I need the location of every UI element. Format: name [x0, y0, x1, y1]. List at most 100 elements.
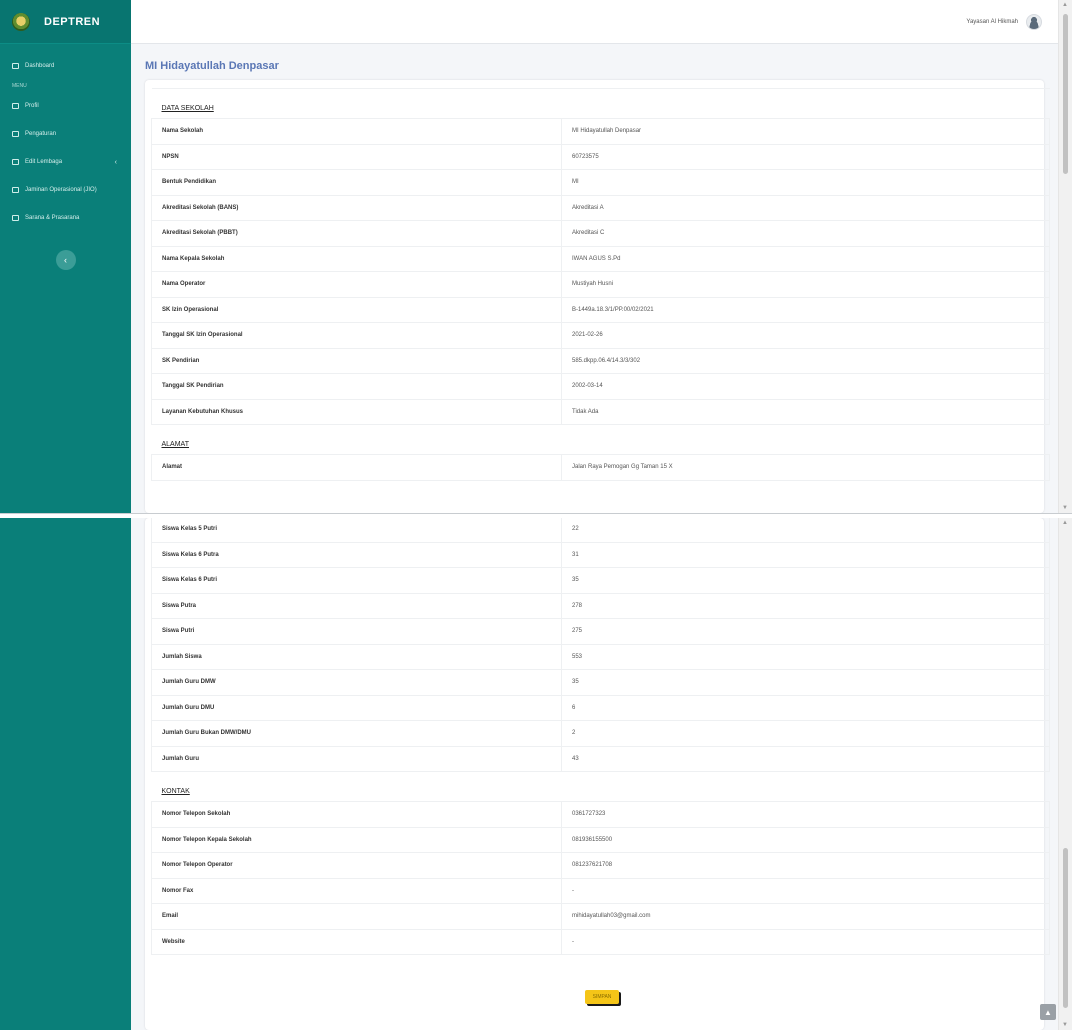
field-value: 081237621708 — [561, 852, 1050, 879]
section-spacer — [561, 771, 1050, 802]
field-label: Nama Sekolah — [151, 118, 562, 145]
table-row: Jumlah Guru DMW 35 — [151, 669, 1050, 696]
field-label: Nama Kepala Sekolah — [151, 245, 562, 272]
field-label: Alamat — [151, 454, 562, 481]
field-label: Nomor Telepon Kepala Sekolah — [151, 826, 562, 853]
sidebar: DEPTREN Dashboard MENU Profil Pengaturan… — [0, 0, 131, 513]
field-label: Nama Operator — [151, 271, 562, 298]
field-value: Mustiyah Husni — [561, 271, 1050, 298]
back-to-top-button[interactable]: ▲ — [1040, 1004, 1056, 1020]
field-label: Nomor Telepon Operator — [151, 852, 562, 879]
sidebar-item-label: Jaminan Operasional (JIO) — [25, 187, 97, 193]
sidebar-item-label: Pengaturan — [25, 131, 57, 137]
settings-icon — [12, 131, 19, 137]
field-value: 6 — [561, 694, 1050, 721]
field-value: B-1449a.18.3/1/PP.00/02/2021 — [561, 296, 1050, 323]
sidebar-item-jaminan[interactable]: Jaminan Operasional (JIO) — [0, 176, 131, 204]
table-row: SK Izin Operasional B-1449a.18.3/1/PP.00/… — [151, 296, 1050, 323]
field-label: Jumlah Guru DMW — [151, 669, 562, 696]
field-label: Website — [151, 928, 562, 955]
table-row: Nomor Fax - — [151, 877, 1050, 904]
table-row: Jumlah Siswa 553 — [151, 643, 1050, 670]
section-spacer — [561, 88, 1050, 119]
school-data-card: DATA SEKOLAH Nama Sekolah MI Hidayatullah … — [145, 80, 1050, 513]
section-title: DATA SEKOLAH — [151, 88, 562, 119]
table-row: Siswa Kelas 5 Putri 22 — [151, 518, 1050, 543]
doc-icon — [12, 187, 19, 193]
section-title: KONTAK — [151, 771, 562, 802]
sidebar-toggle-button[interactable]: ‹ — [55, 250, 76, 270]
sidebar-item-label: Sarana & Prasarana — [25, 215, 80, 221]
save-button[interactable]: SIMPAN — [585, 990, 619, 1004]
table-row: Siswa Putri 275 — [151, 618, 1050, 645]
field-label: Jumlah Guru DMU — [151, 694, 562, 721]
field-value: 35 — [561, 567, 1050, 594]
chevron-left-icon: ‹ — [64, 255, 67, 265]
brand[interactable]: DEPTREN — [0, 0, 131, 44]
field-value: Tidak Ada — [561, 398, 1050, 425]
section-title: ALAMAT — [151, 424, 562, 455]
table-row: Bentuk Pendidikan MI — [151, 169, 1050, 196]
scrollbar-thumb[interactable] — [1063, 848, 1068, 1008]
table-row: Akreditasi Sekolah (BANS) Akreditasi A — [151, 194, 1050, 221]
field-label: NPSN — [151, 143, 562, 170]
topbar: Yayasan Al Hikmah — [131, 0, 1058, 44]
brand-name: DEPTREN — [44, 15, 101, 28]
field-label: Jumlah Guru — [151, 745, 562, 772]
arrow-up-icon: ▲ — [1044, 1007, 1052, 1017]
school-data-card: Siswa Kelas 5 Putri 22 Siswa Kelas 6 Putra… — [145, 518, 1050, 1030]
scroll-down-icon[interactable]: ▼ — [1062, 505, 1068, 511]
field-label: Nomor Fax — [151, 877, 562, 904]
table-row: Siswa Kelas 6 Putri 35 — [151, 567, 1050, 594]
field-value: Akreditasi C — [561, 220, 1050, 247]
sidebar-item-sarana[interactable]: Sarana & Prasarana — [0, 204, 131, 232]
field-value: 2002-03-14 — [561, 373, 1050, 400]
table-row: Nama Sekolah MI Hidayatullah Denpasar — [151, 118, 1050, 145]
field-value: 35 — [561, 669, 1050, 696]
table-row: SK Pendirian 585.dkpp.06.4/14.3/3/302 — [151, 347, 1050, 374]
field-value: 585.dkpp.06.4/14.3/3/302 — [561, 347, 1050, 374]
field-label: Akreditasi Sekolah (BANS) — [151, 194, 562, 221]
field-value: 22 — [561, 518, 1050, 543]
field-value: 43 — [561, 745, 1050, 772]
screenshot-top: DEPTREN Dashboard MENU Profil Pengaturan… — [0, 0, 1072, 514]
section-spacer — [561, 424, 1050, 455]
edit-icon — [12, 159, 19, 165]
field-value: Akreditasi A — [561, 194, 1050, 221]
field-value: 553 — [561, 643, 1050, 670]
user-name[interactable]: Yayasan Al Hikmah — [966, 19, 1018, 25]
sidebar-item-profil[interactable]: Profil — [0, 92, 131, 120]
field-label: Jumlah Guru Bukan DMW/DMU — [151, 720, 562, 747]
sidebar-item-label: Dashboard — [25, 63, 55, 69]
page-title: MI Hidayatullah Denpasar — [145, 60, 279, 72]
field-label: Siswa Kelas 6 Putra — [151, 541, 562, 568]
vertical-scrollbar[interactable]: ▲ ▼ — [1058, 518, 1072, 1030]
table-row: Alamat Jalan Raya Pemogan Gg Taman 15 X — [151, 454, 1050, 481]
sidebar-item-edit-lembaga[interactable]: Edit Lembaga ‹ — [0, 148, 131, 176]
scrollbar-thumb[interactable] — [1063, 14, 1068, 174]
vertical-scrollbar[interactable]: ▲ ▼ — [1058, 0, 1072, 513]
field-value: 081936155500 — [561, 826, 1050, 853]
field-label: Akreditasi Sekolah (PBBT) — [151, 220, 562, 247]
table-row: Nomor Telepon Kepala Sekolah 081936155500 — [151, 826, 1050, 853]
table-row: Jumlah Guru Bukan DMW/DMU 2 — [151, 720, 1050, 747]
field-value: 0361727323 — [561, 801, 1050, 828]
scroll-down-icon[interactable]: ▼ — [1062, 1022, 1068, 1028]
table-row: Tanggal SK Pendirian 2002-03-14 — [151, 373, 1050, 400]
sidebar-item-dashboard[interactable]: Dashboard — [0, 52, 131, 80]
scroll-up-icon[interactable]: ▲ — [1062, 2, 1068, 8]
table-row: Tanggal SK Izin Operasional 2021-02-26 — [151, 322, 1050, 349]
section-header-row: ALAMAT — [151, 424, 1050, 455]
field-label: Nomor Telepon Sekolah — [151, 801, 562, 828]
field-value: 278 — [561, 592, 1050, 619]
table-row: Email mihidayatullah03@gmail.com — [151, 903, 1050, 930]
sidebar-item-pengaturan[interactable]: Pengaturan — [0, 120, 131, 148]
scroll-up-icon[interactable]: ▲ — [1062, 520, 1068, 526]
field-value: Jalan Raya Pemogan Gg Taman 15 X — [561, 454, 1050, 481]
field-value: - — [561, 928, 1050, 955]
screenshot-bottom: Siswa Kelas 5 Putri 22 Siswa Kelas 6 Putra… — [0, 518, 1072, 1030]
field-label: Bentuk Pendidikan — [151, 169, 562, 196]
table-row: Akreditasi Sekolah (PBBT) Akreditasi C — [151, 220, 1050, 247]
avatar[interactable] — [1026, 13, 1042, 30]
table-row: Website - — [151, 928, 1050, 955]
